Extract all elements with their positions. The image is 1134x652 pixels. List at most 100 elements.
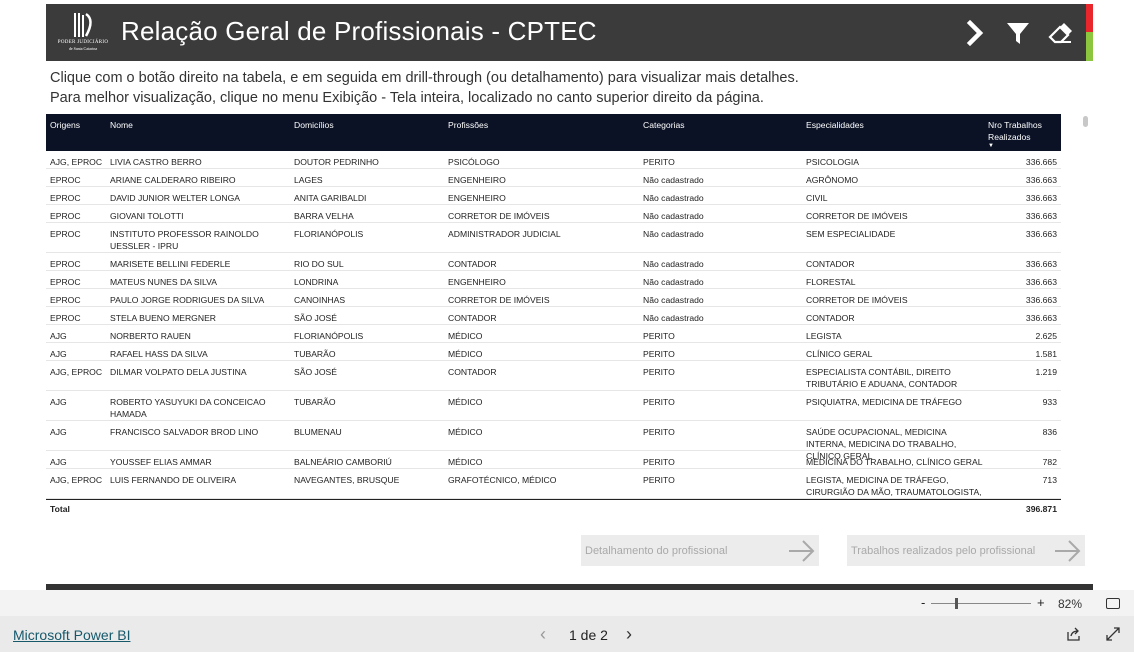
- cell-domicilio: TUBARÃO: [294, 397, 336, 407]
- table-row[interactable]: EPROC ARIANE CALDERARO RIBEIRO LAGES ENGENH…: [46, 169, 1061, 187]
- column-header-categorias[interactable]: Categorias: [643, 119, 685, 131]
- table-row[interactable]: EPROC MATEUS NUNES DA SILVA LONDRINA ENGENH…: [46, 271, 1061, 289]
- cell-domicilio: RIO DO SUL: [294, 259, 344, 269]
- chevron-right-icon[interactable]: [962, 19, 990, 47]
- table-row[interactable]: AJG, EPROC DILMAR VOLPATO DELA JUSTINA SÃO…: [46, 361, 1061, 391]
- fullscreen-icon[interactable]: [1105, 626, 1121, 647]
- cell-especialidade: CONTADOR: [806, 313, 855, 323]
- nro-header-line2: Realizados: [988, 132, 1031, 142]
- cell-categoria: Não cadastrado: [643, 229, 704, 239]
- cell-profissao: ENGENHEIRO: [448, 193, 506, 203]
- cell-profissao: ENGENHEIRO: [448, 175, 506, 185]
- cell-categoria: Não cadastrado: [643, 211, 704, 221]
- cell-domicilio: CANOINHAS: [294, 295, 346, 305]
- table-row[interactable]: AJG, EPROC LIVIA CASTRO BERRO DOUTOR PEDRI…: [46, 151, 1061, 169]
- footer-bar: Microsoft Power BI ‹ 1 de 2 ›: [0, 616, 1134, 652]
- cell-origem: EPROC: [50, 313, 81, 323]
- table-row[interactable]: EPROC PAULO JORGE RODRIGUES DA SILVA CANOI…: [46, 289, 1061, 307]
- cell-profissao: MÉDICO: [448, 349, 483, 359]
- cell-nro-trabalhos: 2.625: [1035, 331, 1057, 341]
- trabalhos-button[interactable]: Trabalhos realizados pelo profissional: [847, 535, 1085, 566]
- cell-especialidade: PSIQUIATRA, MEDICINA DE TRÁFEGO: [806, 397, 962, 407]
- table-row[interactable]: AJG, EPROC LUIS FERNANDO DE OLIVEIRA NAVEG…: [46, 469, 1061, 499]
- cell-categoria: PERITO: [643, 397, 675, 407]
- cell-origem: AJG, EPROC: [50, 157, 103, 167]
- cell-nome: DILMAR VOLPATO DELA JUSTINA: [110, 367, 247, 377]
- table-row[interactable]: EPROC DAVID JUNIOR WELTER LONGA ANITA GARI…: [46, 187, 1061, 205]
- next-page-button[interactable]: ›: [626, 624, 632, 645]
- professionals-table[interactable]: Origens Nome Domicílios Profissões Categ…: [46, 114, 1061, 516]
- cell-nome: MATEUS NUNES DA SILVA: [110, 277, 217, 287]
- cell-profissao: MÉDICO: [448, 331, 483, 341]
- cell-origem: AJG: [50, 397, 67, 407]
- cell-nome: YOUSSEF ELIAS AMMAR: [110, 457, 212, 467]
- cell-nro-trabalhos: 933: [1042, 397, 1057, 407]
- cell-nome: INSTITUTO PROFESSOR RAINOLDO UESSLER - I…: [110, 229, 259, 251]
- previous-page-button[interactable]: ‹: [540, 624, 546, 645]
- cell-profissao: ENGENHEIRO: [448, 277, 506, 287]
- table-row[interactable]: EPROC STELA BUENO MERGNER SÃO JOSÉ CONTADOR…: [46, 307, 1061, 325]
- cell-origem: EPROC: [50, 295, 81, 305]
- zoom-slider[interactable]: [931, 598, 1031, 609]
- cell-especialidade: LEGISTA, MEDICINA DE TRÁFEGO, CIRURGIÃO …: [806, 475, 982, 497]
- column-header-nome[interactable]: Nome: [110, 119, 133, 131]
- cell-nro-trabalhos: 336.665: [1025, 157, 1057, 167]
- cell-especialidade: ESPECIALISTA CONTÁBIL, DIREITO TRIBUTÁRI…: [806, 367, 958, 389]
- table-row[interactable]: EPROC MARISETE BELLINI FEDERLE RIO DO SUL C…: [46, 253, 1061, 271]
- cell-especialidade: CONTADOR: [806, 259, 855, 269]
- table-row[interactable]: EPROC GIOVANI TOLOTTI BARRA VELHA CORRETOR …: [46, 205, 1061, 223]
- eraser-icon[interactable]: [1046, 19, 1074, 47]
- filter-icon[interactable]: [1004, 19, 1032, 47]
- cell-domicilio: SÃO JOSÉ: [294, 313, 337, 323]
- logo-line2: de Santa Catarina: [68, 46, 98, 51]
- cell-origem: EPROC: [50, 193, 81, 203]
- cell-nome: NORBERTO RAUEN: [110, 331, 191, 341]
- cell-domicilio: BARRA VELHA: [294, 211, 354, 221]
- cell-origem: EPROC: [50, 229, 81, 239]
- table-row[interactable]: EPROC INSTITUTO PROFESSOR RAINOLDO UESSLE…: [46, 223, 1061, 253]
- column-header-nro-trabalhos[interactable]: Nro Trabalhos Realizados ▼: [988, 119, 1042, 150]
- table-row[interactable]: AJG YOUSSEF ELIAS AMMAR BALNEÁRIO CAMBORIÚ…: [46, 451, 1061, 469]
- cell-nome: MARISETE BELLINI FEDERLE: [110, 259, 231, 269]
- cell-domicilio: SÃO JOSÉ: [294, 367, 337, 377]
- cell-nome: ROBERTO YASUYUKI DA CONCEICAO HAMADA: [110, 397, 266, 419]
- cell-categoria: PERITO: [643, 157, 675, 167]
- instructions: Clique com o botão direito na tabela, e …: [50, 68, 799, 108]
- instruction-line-2: Para melhor visualização, clique no menu…: [50, 90, 764, 106]
- powerbi-link[interactable]: Microsoft Power BI: [13, 627, 130, 643]
- cell-profissao: PSICÓLOGO: [448, 157, 500, 167]
- column-header-especialidades[interactable]: Especialidades: [806, 119, 864, 131]
- detalhamento-button-label: Detalhamento do profissional: [585, 545, 728, 557]
- cell-domicilio: LONDRINA: [294, 277, 339, 287]
- cell-especialidade: CORRETOR DE IMÓVEIS: [806, 211, 908, 221]
- arrow-right-icon: [1055, 540, 1081, 562]
- cell-categoria: Não cadastrado: [643, 259, 704, 269]
- detalhamento-button[interactable]: Detalhamento do profissional: [581, 535, 819, 566]
- trabalhos-button-label: Trabalhos realizados pelo profissional: [851, 545, 1036, 557]
- cell-origem: AJG: [50, 457, 67, 467]
- cell-domicilio: FLORIANÓPOLIS: [294, 331, 364, 341]
- table-row[interactable]: AJG RAFAEL HASS DA SILVA TUBARÃO MÉDICO PERI…: [46, 343, 1061, 361]
- cell-nro-trabalhos: 336.663: [1025, 313, 1057, 323]
- fit-to-page-icon[interactable]: [1106, 598, 1120, 609]
- cell-nome: DAVID JUNIOR WELTER LONGA: [110, 193, 241, 203]
- zoom-slider-thumb[interactable]: [955, 598, 958, 609]
- table-scrollbar[interactable]: [1083, 116, 1088, 127]
- zoom-in-button[interactable]: +: [1037, 595, 1045, 610]
- zoom-out-button[interactable]: -: [921, 595, 925, 610]
- cell-nro-trabalhos: 1.581: [1035, 349, 1057, 359]
- column-header-profissoes[interactable]: Profissões: [448, 119, 488, 131]
- cell-profissao: CONTADOR: [448, 367, 497, 377]
- table-row[interactable]: AJG FRANCISCO SALVADOR BROD LINO BLUMENAU M…: [46, 421, 1061, 461]
- cell-origem: EPROC: [50, 259, 81, 269]
- share-icon[interactable]: [1066, 626, 1082, 647]
- cell-domicilio: NAVEGANTES, BRUSQUE: [294, 475, 400, 485]
- cell-domicilio: DOUTOR PEDRINHO: [294, 157, 379, 167]
- cell-origem: EPROC: [50, 277, 81, 287]
- table-row[interactable]: AJG ROBERTO YASUYUKI DA CONCEICAO HAMADA T…: [46, 391, 1061, 421]
- table-row[interactable]: AJG NORBERTO RAUEN FLORIANÓPOLIS MÉDICO PERI…: [46, 325, 1061, 343]
- column-header-domicilios[interactable]: Domicílios: [294, 119, 334, 131]
- cell-nome: STELA BUENO MERGNER: [110, 313, 217, 323]
- cell-nro-trabalhos: 336.663: [1025, 175, 1057, 185]
- column-header-origens[interactable]: Origens: [50, 119, 80, 131]
